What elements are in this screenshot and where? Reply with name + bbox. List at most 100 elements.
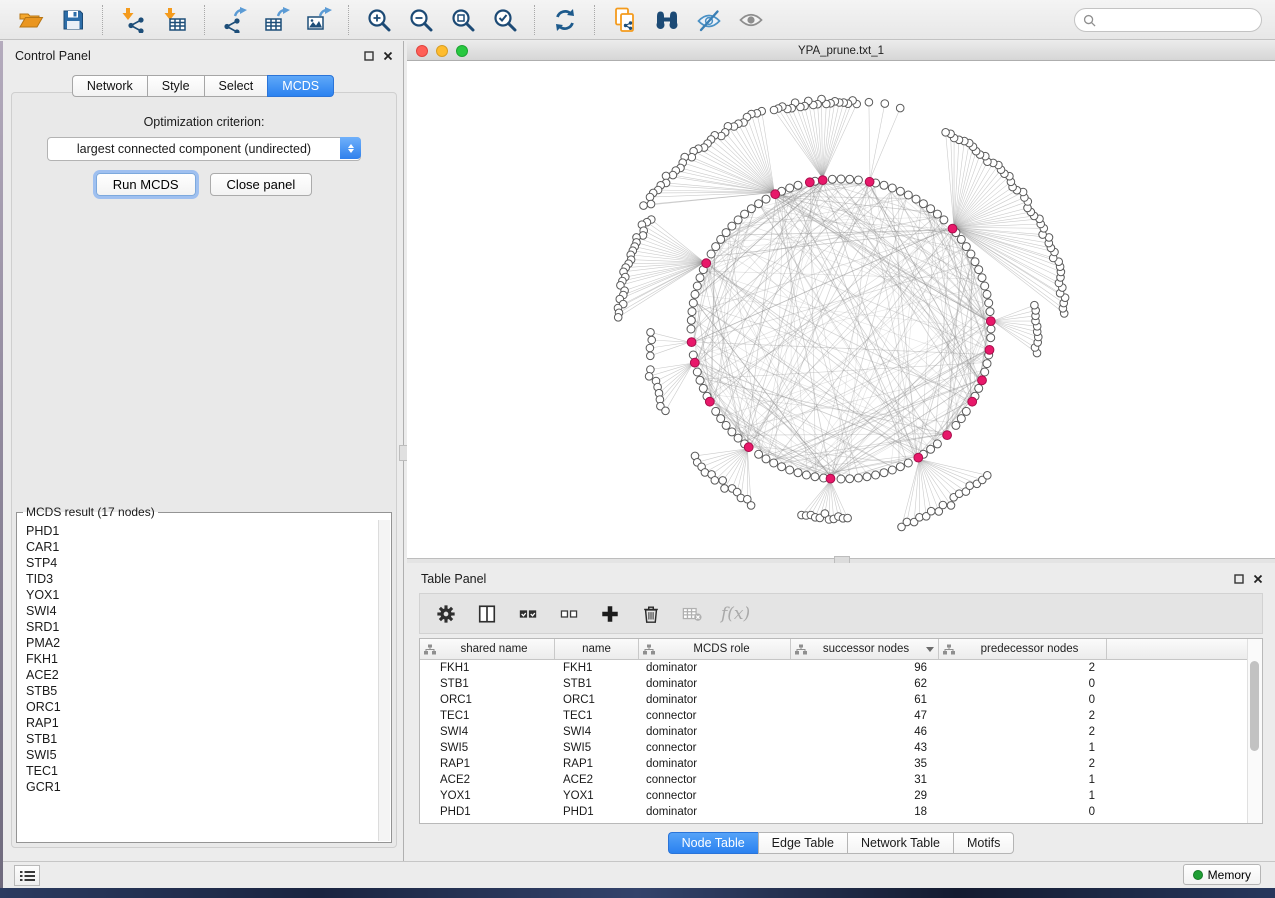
find-button[interactable] <box>649 4 685 36</box>
network-node[interactable] <box>983 290 991 298</box>
network-node[interactable] <box>647 329 655 337</box>
zoom-out-button[interactable] <box>403 4 439 36</box>
import-table-button[interactable] <box>157 4 193 36</box>
network-edge[interactable] <box>993 321 1037 332</box>
network-edge[interactable] <box>658 363 693 387</box>
network-node[interactable] <box>828 175 836 183</box>
hide-selected-button[interactable] <box>691 4 727 36</box>
float-panel-icon[interactable] <box>1234 574 1244 584</box>
export-network-button[interactable] <box>217 4 253 36</box>
table-settings-button[interactable] <box>434 602 458 626</box>
table-row[interactable]: TEC1TEC1connector472 <box>420 708 1262 724</box>
mcds-result-item[interactable]: TID3 <box>26 571 378 587</box>
zoom-fit-button[interactable] <box>445 4 481 36</box>
network-node[interactable] <box>881 100 889 108</box>
network-edge[interactable] <box>650 342 689 356</box>
network-node[interactable] <box>927 507 935 515</box>
mcds-node[interactable] <box>687 338 696 347</box>
network-node[interactable] <box>983 360 991 368</box>
mcds-node[interactable] <box>914 453 923 462</box>
network-node[interactable] <box>696 274 704 282</box>
network-node[interactable] <box>647 366 655 374</box>
mcds-node[interactable] <box>690 358 699 367</box>
network-edge[interactable] <box>870 104 885 180</box>
mcds-result-item[interactable]: FKH1 <box>26 651 378 667</box>
float-panel-icon[interactable] <box>364 51 374 61</box>
network-node[interactable] <box>962 407 970 415</box>
network-edge[interactable] <box>954 141 964 227</box>
show-all-button[interactable] <box>733 4 769 36</box>
network-node[interactable] <box>927 445 935 453</box>
network-node[interactable] <box>689 351 697 359</box>
network-graph[interactable] <box>407 61 1275 558</box>
network-node[interactable] <box>940 216 948 224</box>
network-node[interactable] <box>962 243 970 251</box>
sort-chevron-icon[interactable] <box>926 647 934 652</box>
open-file-button[interactable] <box>13 4 49 36</box>
mcds-result-item[interactable]: GCR1 <box>26 779 378 795</box>
network-edge[interactable] <box>951 134 954 228</box>
export-image-button[interactable] <box>301 4 337 36</box>
network-edge[interactable] <box>751 114 774 192</box>
network-edge[interactable] <box>869 102 870 180</box>
network-window-titlebar[interactable]: YPA_prune.txt_1 <box>407 41 1275 61</box>
search-input[interactable] <box>1101 10 1261 30</box>
network-edge[interactable] <box>993 321 1039 337</box>
network-node[interactable] <box>770 459 778 467</box>
network-node[interactable] <box>837 475 845 483</box>
network-edge[interactable] <box>823 104 857 178</box>
mcds-node[interactable] <box>978 376 987 385</box>
network-node[interactable] <box>904 459 912 467</box>
network-node[interactable] <box>728 222 736 230</box>
table-row[interactable]: PHD1PHD1dominator180 <box>420 804 1262 820</box>
network-node[interactable] <box>687 325 695 333</box>
network-edge[interactable] <box>993 321 1038 342</box>
network-edge[interactable] <box>954 192 1023 227</box>
network-edge[interactable] <box>993 321 1035 348</box>
network-node[interactable] <box>896 463 904 471</box>
mcds-node[interactable] <box>948 224 957 233</box>
network-node[interactable] <box>933 210 941 218</box>
network-node[interactable] <box>1031 301 1039 309</box>
network-edge[interactable] <box>993 310 1036 321</box>
network-node[interactable] <box>888 466 896 474</box>
network-node[interactable] <box>854 474 862 482</box>
network-node[interactable] <box>863 473 871 481</box>
network-node[interactable] <box>687 316 695 324</box>
mcds-node[interactable] <box>771 190 780 199</box>
network-edge[interactable] <box>823 103 840 179</box>
network-node[interactable] <box>912 195 920 203</box>
network-node[interactable] <box>888 184 896 192</box>
network-edge[interactable] <box>830 481 838 517</box>
network-edge[interactable] <box>704 148 774 193</box>
close-panel-icon[interactable] <box>383 51 393 61</box>
network-node[interactable] <box>942 129 950 137</box>
network-node[interactable] <box>802 471 810 479</box>
network-node[interactable] <box>689 299 697 307</box>
network-node[interactable] <box>957 415 965 423</box>
network-node[interactable] <box>647 352 655 360</box>
network-edge[interactable] <box>647 222 705 262</box>
network-node[interactable] <box>770 106 778 114</box>
mcds-result-item[interactable]: SWI5 <box>26 747 378 763</box>
network-node[interactable] <box>981 368 989 376</box>
apply-layout-button[interactable] <box>547 4 583 36</box>
export-table-button[interactable] <box>259 4 295 36</box>
network-node[interactable] <box>722 421 730 429</box>
network-edge[interactable] <box>787 109 822 178</box>
network-node[interactable] <box>712 407 720 415</box>
network-node[interactable] <box>975 266 983 274</box>
network-node[interactable] <box>688 153 696 161</box>
network-node[interactable] <box>778 463 786 471</box>
function-builder-button[interactable]: f(x) <box>721 604 750 624</box>
network-node[interactable] <box>614 314 622 322</box>
network-node[interactable] <box>669 171 677 179</box>
network-node[interactable] <box>728 428 736 436</box>
network-node[interactable] <box>903 518 911 526</box>
network-node[interactable] <box>966 482 974 490</box>
network-edge[interactable] <box>954 208 1028 227</box>
network-edge[interactable] <box>652 340 690 342</box>
network-edge[interactable] <box>823 100 853 178</box>
new-network-from-selection-button[interactable] <box>607 4 643 36</box>
network-edge[interactable] <box>651 332 690 342</box>
